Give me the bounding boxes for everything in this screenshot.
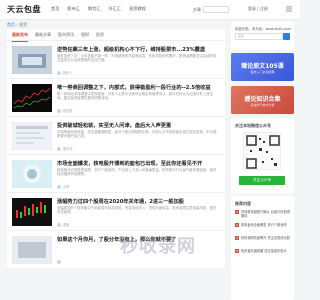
breadcrumb-home[interactable]: 首页 <box>7 22 15 27</box>
category-tabs: 最新发布 最新文章 股市资讯 理财 投资 <box>7 29 225 42</box>
article-item[interactable]: 逆势狂飙三年上涨，超级机构心不下行，维持股票市...23%震盏 做多投资三年，今… <box>7 41 225 79</box>
sidebar-search-input[interactable]: 搜索 <box>235 33 283 40</box>
article-author: 投资人 <box>63 71 73 75</box>
tab-stock-news[interactable]: 股市资讯 <box>58 32 74 38</box>
recommended-item-title[interactable]: 投资者情绪回暖 成交量逐步放大 <box>241 249 287 257</box>
nav-item-tutorials[interactable]: 投资教程 <box>129 6 146 12</box>
tab-latest[interactable]: 最新发布 <box>12 32 28 42</box>
article-excerpt: 涨幅居前的个股多集中于新能源与科技领域，资金持续流入，短线热度较高，投资者需注意… <box>57 206 217 215</box>
sidebar-welcome-box: 欢迎光临，本为站：www.ttyfp.com 搜索 <box>231 22 294 50</box>
article-author: 老股 <box>63 223 70 227</box>
article-excerpt: 核电板块近期表现强势，多只个股涨停，产业链上下游公司普遍受益，机构预计行业景气度… <box>57 168 217 177</box>
article-item[interactable]: 市场全面爆发，核电股开博到的面包已出现，至此你还看见不开 核电板块近期表现强势，… <box>7 155 225 193</box>
search-input[interactable] <box>203 6 229 13</box>
nav-item-futures[interactable]: 期货汇 <box>88 6 101 12</box>
article-thumbnail[interactable] <box>12 122 52 150</box>
article-item[interactable]: 唯一券商回调整之下，内部式，获得稳盈利一段行业的--2.5倍收益 唯一券商在本轮… <box>7 79 225 117</box>
recommended-item-title[interactable]: 核电板块全面爆发 多只个股涨停 <box>241 223 287 231</box>
wechat-follow-button[interactable]: 关注公众号 <box>239 176 285 185</box>
promo-banner-chan-knowledge[interactable]: 缠论知识合集 系统学习技术分析 <box>231 86 294 114</box>
recommended-item-title[interactable]: 市场看涨趋势已确认 后续行情值得期待 <box>241 210 291 218</box>
breadcrumb: 首页 › 投资 <box>7 22 27 28</box>
article-author: 股民说 <box>63 147 73 151</box>
article-thumbnail[interactable] <box>12 236 52 264</box>
article-excerpt: 唯一券商在本轮调整中表现稳健，分析人士表示该板块近期走势值得关注，部分机构认为后… <box>57 92 213 101</box>
nav-item-home[interactable]: 首页 <box>51 6 59 12</box>
article-title[interactable]: 涨幅势力过四个股周在2020年关年通，2进三一般加股 <box>57 198 219 205</box>
author-avatar <box>57 184 61 189</box>
wechat-title: 关注本站微信公众号 <box>235 123 271 128</box>
author-avatar <box>57 70 61 75</box>
wechat-follow-box: 关注本站微信公众号 关注公众号 <box>231 118 294 193</box>
article-thumbnail[interactable] <box>12 84 52 112</box>
tab-articles[interactable]: 最新文章 <box>35 32 51 38</box>
nav-item-forex[interactable]: 外汇汇 <box>109 6 122 12</box>
sidebar-search-button[interactable] <box>283 33 290 47</box>
recommended-box: 推荐内容 1 市场看涨趋势已确认 后续行情值得期待 2 核电板块全面爆发 多只个… <box>231 196 294 300</box>
site-header: 天云包盘 首页 股市汇 期货汇 外汇汇 投资教程 文章 登录 | 注册 <box>0 0 300 20</box>
rank-badge: 2 <box>235 223 239 227</box>
rank-badge: 4 <box>235 249 239 253</box>
menu-icon[interactable] <box>285 5 293 13</box>
author-avatar <box>57 260 61 264</box>
main-nav: 首页 股市汇 期货汇 外汇汇 投资教程 <box>51 6 146 12</box>
rank-badge: 3 <box>235 236 239 240</box>
header-search: 文章 <box>193 6 229 13</box>
recommended-title: 推荐内容 <box>235 201 251 206</box>
banner-subtitle: 系统学习技术分析 <box>250 103 275 107</box>
author-avatar <box>57 146 61 151</box>
rank-badge: 1 <box>235 210 239 214</box>
article-title[interactable]: 逆势狂飙三年上涨，超级机构心不下行，维持股票市...23%震盏 <box>57 46 219 53</box>
recommended-item[interactable]: 4 投资者情绪回暖 成交量逐步放大 <box>235 249 291 257</box>
author-avatar <box>57 108 61 113</box>
banner-subtitle: 股市入门必读经典 <box>250 70 275 74</box>
banner-title: 缠论知识合集 <box>244 96 281 103</box>
search-type-select[interactable]: 文章 <box>193 7 201 13</box>
article-thumbnail[interactable] <box>12 46 52 74</box>
breadcrumb-current: 投资 <box>19 22 28 27</box>
article-author: 财经君 <box>63 109 73 113</box>
recommended-item[interactable]: 3 机构调研热度攀升 关注优质成长股 <box>235 236 291 244</box>
article-thumbnail[interactable] <box>12 198 52 226</box>
article-title[interactable]: 市场全面爆发，核电股开博到的面包已出现，至此你还看见不开 <box>57 160 219 167</box>
article-excerpt: 市场情绪持续低迷，成交量萎缩明显，部分个股出现超跌反弹，分析认为市场底部区域已逐… <box>57 130 217 139</box>
login-link[interactable]: 登录 | 注册 <box>248 6 268 12</box>
article-excerpt: 做多投资三年，今年还能不能一样，市场趋势依然震荡走高，多家机构依然看好，投资者需… <box>57 54 217 63</box>
search-icon <box>284 42 289 47</box>
article-item[interactable]: 涨幅势力过四个股周在2020年关年通，2进三一般加股 涨幅居前的个股多集中于新能… <box>7 193 225 231</box>
banner-title: 赠论原文105课 <box>241 63 284 70</box>
article-author: 小财 <box>63 185 70 189</box>
wechat-qr-code <box>243 132 281 170</box>
author-avatar <box>57 222 61 227</box>
article-thumbnail[interactable] <box>12 160 52 188</box>
article-meta: 投资人 <box>57 70 73 75</box>
promo-banner-chan-theory-text[interactable]: 赠论原文105课 股市入门必读经典 <box>231 53 294 81</box>
article-item[interactable]: 投资破城轻松就，实至无人问津，盘后大人声更重 市场情绪持续低迷，成交量萎缩明显，… <box>7 117 225 155</box>
welcome-text: 欢迎光临，本为站：www.ttyfp.com <box>235 27 291 31</box>
article-meta: 财经君 <box>57 108 73 113</box>
article-meta <box>57 260 63 264</box>
article-meta: 股民说 <box>57 146 73 151</box>
article-meta: 老股 <box>57 222 69 227</box>
recommended-item-title[interactable]: 机构调研热度攀升 关注优质成长股 <box>241 236 290 244</box>
article-meta: 小财 <box>57 184 69 189</box>
article-title[interactable]: 投资破城轻松就，实至无人问津，盘后大人声更重 <box>57 122 219 129</box>
tab-invest[interactable]: 投资 <box>96 32 104 38</box>
site-logo[interactable]: 天云包盘 <box>7 4 41 15</box>
nav-item-stocks[interactable]: 股市汇 <box>67 6 80 12</box>
site-watermark: 秒收录网 <box>120 236 196 257</box>
recommended-item[interactable]: 2 核电板块全面爆发 多只个股涨停 <box>235 223 291 231</box>
tab-finance[interactable]: 理财 <box>81 32 89 38</box>
article-title[interactable]: 唯一券商回调整之下，内部式，获得稳盈利一段行业的--2.5倍收益 <box>57 84 219 91</box>
recommended-item[interactable]: 1 市场看涨趋势已确认 后续行情值得期待 <box>235 210 291 218</box>
